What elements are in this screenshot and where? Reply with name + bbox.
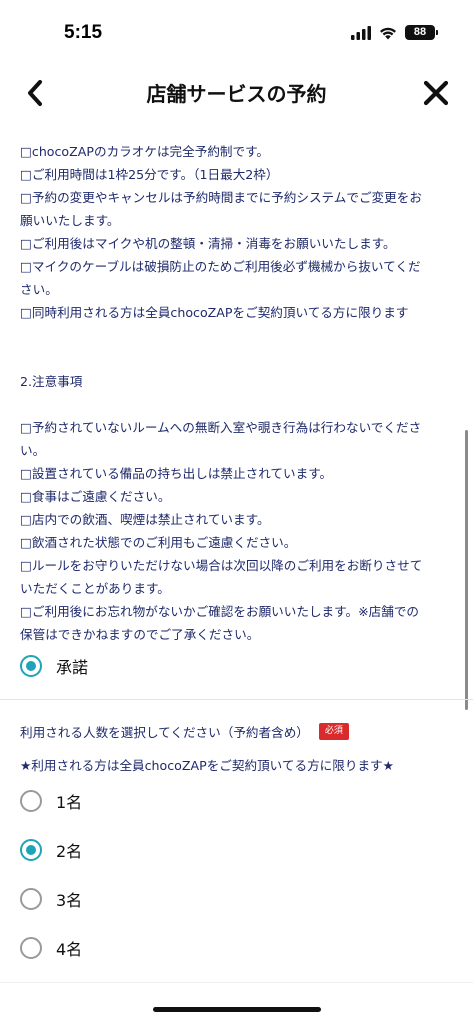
people-radio-4[interactable] <box>20 936 42 959</box>
battery-icon: 88 <box>405 25 438 40</box>
status-bar: 5:15 88 <box>0 0 473 70</box>
consent-label: 承諾 <box>56 658 89 677</box>
notes-line: □食事はご遠慮ください。 <box>20 489 171 504</box>
notes-line: □設置されている備品の持ち出しは禁止されています。 <box>20 466 333 481</box>
people-count-options: 1名 2名 3名 4名 <box>20 788 82 984</box>
people-option-label: 1名 <box>56 792 83 812</box>
required-badge: 必須 <box>318 723 349 740</box>
signal-icon <box>351 25 371 40</box>
rules-line: □予約の変更やキャンセルは予約時間までに予約システムでご変更をお <box>20 190 422 205</box>
page-title: 店舗サービスの予約 <box>146 82 327 106</box>
people-radio-2[interactable] <box>20 838 42 861</box>
rules-list: □chocoZAPのカラオケは完全予約制です。 □ご利用時間は1枠25分です。（… <box>20 140 450 324</box>
notes-line: い。 <box>20 443 46 458</box>
people-count-note: ★利用される方は全員chocoZAPをご契約頂いてる方に限ります★ <box>20 758 394 773</box>
people-count-label: 利用される人数を選択してください（予約者含め） <box>20 725 309 740</box>
people-option-label: 2名 <box>56 841 83 861</box>
nav-header: 店舗サービスの予約 <box>0 70 473 114</box>
notes-line: 保管はできかねますのでご了承ください。 <box>20 627 260 642</box>
notes-line: □飲酒された状態でのご利用もご遠慮ください。 <box>20 535 297 550</box>
section-divider <box>0 699 473 700</box>
rules-line: □chocoZAPのカラオケは完全予約制です。 <box>20 144 270 159</box>
home-indicator[interactable] <box>153 1007 321 1012</box>
consent-option[interactable]: 承諾 <box>20 654 88 678</box>
notes-line: いただくことがあります。 <box>20 581 170 596</box>
notes-line: □店内での飲酒、喫煙は禁止されています。 <box>20 512 270 527</box>
consent-radio[interactable] <box>20 655 42 677</box>
scrollbar[interactable] <box>465 430 468 710</box>
rules-line: さい。 <box>20 282 58 297</box>
rules-line: □マイクのケーブルは破損防止のためご利用後必ず機械から抜いてくだ <box>20 259 421 274</box>
status-icons: 88 <box>351 25 438 40</box>
terms-content: □chocoZAPのカラオケは完全予約制です。 □ご利用時間は1枠25分です。（… <box>20 140 450 646</box>
close-button[interactable] <box>419 76 453 110</box>
people-option-4[interactable]: 4名 <box>20 935 82 960</box>
people-option-label: 4名 <box>56 939 83 959</box>
close-icon <box>423 80 449 106</box>
bottom-divider <box>0 982 473 983</box>
rules-line: □同時利用される方は全員chocoZAPをご契約頂いてる方に限ります <box>20 305 409 320</box>
people-option-label: 3名 <box>56 890 83 910</box>
notes-line: □予約されていないルームへの無断入室や覗き行為は行わないでくださ <box>20 420 422 435</box>
rules-line: 願いいたします。 <box>20 213 120 228</box>
notes-line: □ご利用後にお忘れ物がないかご確認をお願いいたします。※店舗での <box>20 604 420 619</box>
wifi-icon <box>380 27 396 39</box>
rules-line: □ご利用後はマイクや机の整頓・清掃・消毒をお願いいたします。 <box>20 236 396 251</box>
people-radio-1[interactable] <box>20 789 42 812</box>
notes-heading: 2.注意事項 <box>20 374 83 389</box>
rules-line: □ご利用時間は1枠25分です。（1日最大2枠） <box>20 167 279 182</box>
people-option-3[interactable]: 3名 <box>20 886 82 911</box>
people-count-question: 利用される人数を選択してください（予約者含め） 必須 <box>20 722 349 741</box>
people-option-1[interactable]: 1名 <box>20 788 82 813</box>
notes-line: □ルールをお守りいただけない場合は次回以降のご利用をお断りさせて <box>20 558 423 573</box>
status-time: 5:15 <box>64 22 103 43</box>
people-option-2[interactable]: 2名 <box>20 837 82 862</box>
notes-list: □予約されていないルームへの無断入室や覗き行為は行わないでくださ い。 □設置さ… <box>20 416 450 646</box>
people-radio-3[interactable] <box>20 887 42 910</box>
